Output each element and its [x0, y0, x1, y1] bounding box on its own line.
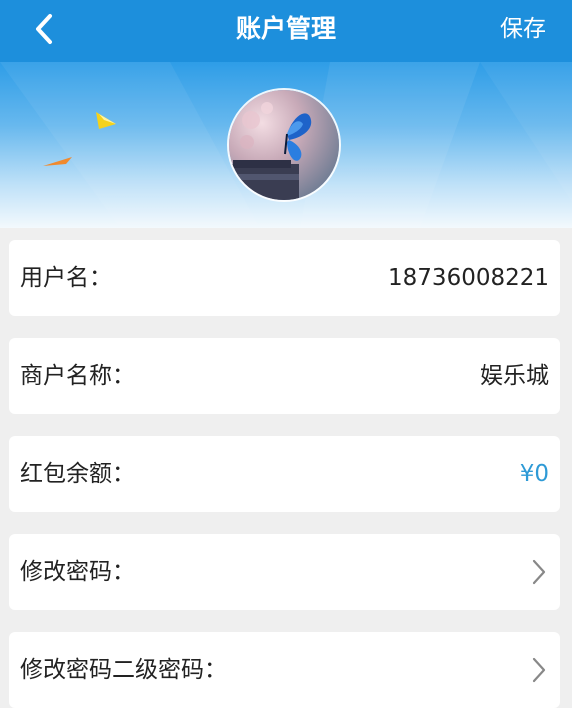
- save-button[interactable]: 保存: [500, 0, 546, 58]
- chevron-right-icon: [532, 657, 546, 683]
- username-label: 用户名：: [20, 265, 112, 291]
- merchant-name-row: 商户名称： 娱乐城: [9, 338, 560, 414]
- page-title: 账户管理: [235, 14, 336, 43]
- merchant-name-value: 娱乐城: [480, 363, 549, 389]
- profile-banner: [0, 62, 572, 228]
- username-row: 用户名： 18736008221: [9, 240, 560, 316]
- change-password-row[interactable]: 修改密码：: [9, 534, 560, 610]
- chevron-right-icon: [532, 559, 546, 585]
- username-value: 18736008221: [388, 265, 549, 291]
- red-packet-balance-row: 红包余额： ¥0: [9, 436, 560, 512]
- red-packet-balance-value: ¥0: [519, 461, 549, 487]
- butterfly-avatar-image: [229, 90, 339, 200]
- avatar[interactable]: [227, 88, 341, 202]
- change-password-label: 修改密码：: [20, 559, 135, 585]
- top-nav-bar: 账户管理 保存: [0, 0, 572, 62]
- merchant-name-label: 商户名称：: [20, 363, 135, 389]
- change-secondary-password-label: 修改密码二级密码：: [20, 657, 227, 683]
- change-secondary-password-row[interactable]: 修改密码二级密码：: [9, 632, 560, 708]
- red-packet-balance-label: 红包余额：: [20, 461, 135, 487]
